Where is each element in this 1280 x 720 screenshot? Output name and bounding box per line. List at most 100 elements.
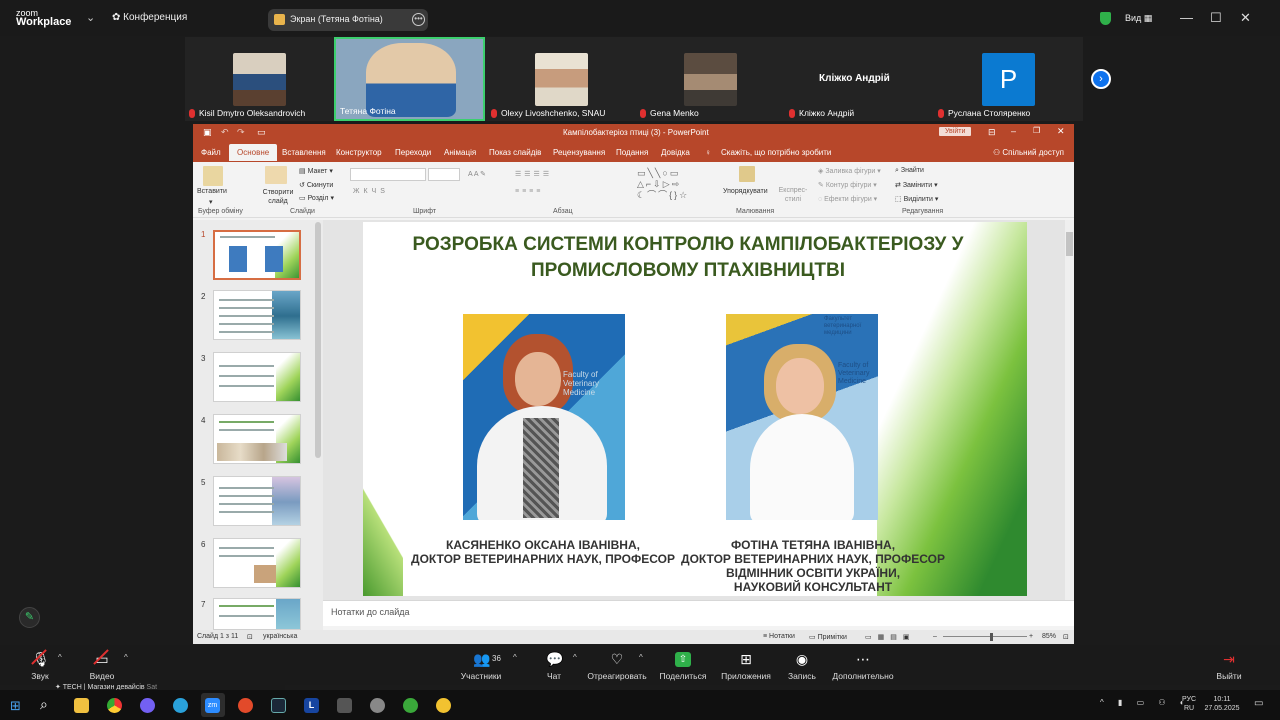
app-icon[interactable] (337, 698, 352, 713)
tab-home[interactable]: Основне (229, 144, 278, 161)
more-button[interactable]: ⋯ Дополнительно (828, 645, 898, 685)
tab-slideshow[interactable]: Показ слайдів (489, 148, 541, 157)
shield-icon[interactable] (1100, 12, 1111, 25)
slide-thumb[interactable] (213, 476, 301, 526)
section-button[interactable]: ▭ Розділ ▾ (299, 194, 334, 202)
share-button[interactable]: ⚇ Спільний доступ (993, 148, 1064, 157)
react-button[interactable]: ♡ Отреагировать (582, 645, 652, 685)
ribbon-options-icon[interactable]: ⊟ (988, 127, 996, 138)
app-icon[interactable] (370, 698, 385, 713)
participant-tile[interactable]: Gena Menko (636, 37, 785, 121)
app-icon[interactable] (436, 698, 451, 713)
telegram-icon[interactable] (173, 698, 188, 713)
slide-thumb[interactable] (213, 598, 301, 630)
shape-fill-button[interactable]: ◈ Заливка фігури ▾ (818, 167, 881, 175)
viber-icon[interactable] (140, 698, 155, 713)
tab-design[interactable]: Конструктор (336, 148, 382, 157)
list-icons[interactable]: ☰☰☰☰ (515, 170, 552, 178)
minimize-icon[interactable]: — (1180, 10, 1193, 25)
font-name-select[interactable] (350, 168, 426, 181)
tab-view[interactable]: Подання (616, 148, 648, 157)
language-indicator[interactable]: РУС RU (1180, 695, 1198, 713)
shape-outline-button[interactable]: ✎ Контур фігури ▾ (818, 181, 877, 189)
slide-thumb[interactable] (213, 352, 301, 402)
chevron-up-icon[interactable]: ^ (124, 653, 128, 662)
participant-tile[interactable]: Кліжко Андрій Кліжко Андрій (785, 37, 934, 121)
ppt-close-icon[interactable]: ✕ (1057, 126, 1065, 137)
align-icons[interactable]: ≡≡≡≡ (515, 188, 543, 195)
font-size-select[interactable] (428, 168, 460, 181)
reset-button[interactable]: ↺ Скинути (299, 181, 333, 189)
record-button[interactable]: ◉ Запись (767, 645, 837, 685)
annotate-pen-icon[interactable]: ✎ (19, 607, 40, 628)
participant-tile[interactable]: Olexy Livoshchenko, SNAU (487, 37, 636, 121)
next-page-icon[interactable]: › (1091, 69, 1111, 89)
arrange-button[interactable]: Упорядкувати (723, 188, 768, 195)
find-button[interactable]: ⌕ Знайти (895, 167, 924, 175)
thumb-scrollbar[interactable] (315, 222, 321, 458)
slide-thumb[interactable] (213, 414, 301, 464)
maximize-icon[interactable]: ☐ (1210, 10, 1222, 26)
quick-styles-button[interactable]: Експрес-стилі (776, 186, 810, 204)
participant-tile[interactable]: Р Руслана Столяренко (934, 37, 1083, 121)
zoom-slider[interactable] (943, 636, 1027, 637)
spellcheck-icon[interactable]: ⊡ (247, 633, 253, 641)
tab-help[interactable]: Довідка (661, 148, 690, 157)
new-slide-button[interactable]: Створити слайд (261, 188, 295, 206)
chevron-up-icon[interactable]: ^ (58, 653, 62, 662)
screen-share-pill[interactable]: Экран (Тетяна Фотіна) ••• (268, 9, 428, 31)
save-icon[interactable]: ▣ (203, 127, 212, 138)
replace-button[interactable]: ⇄ Замінити ▾ (895, 181, 938, 189)
select-button[interactable]: ⬚ Виділити ▾ (895, 195, 938, 203)
tab-animation[interactable]: Анімація (444, 148, 476, 157)
slide-thumb[interactable] (213, 290, 301, 340)
view-buttons[interactable]: ▭▦▤▣ (865, 633, 915, 641)
chevron-up-icon[interactable]: ^ (639, 653, 643, 662)
zoom-app-icon[interactable]: zm (205, 698, 220, 713)
arrange-icon[interactable] (739, 166, 755, 182)
shapes-gallery[interactable]: ▭╲╲○▭ △⌐⇩▷⇨ ☾⌒⌒{}☆ (637, 168, 689, 201)
ppt-restore-icon[interactable]: ❐ (1033, 126, 1040, 135)
tell-me-box[interactable]: Скажіть, що потрібно зробити (721, 148, 831, 157)
start-slideshow-icon[interactable]: ▭ (257, 127, 266, 138)
layout-button[interactable]: ▤ Макет ▾ (299, 167, 333, 175)
zoom-out-icon[interactable]: – (933, 633, 937, 640)
tray-icons[interactable]: ^ ▮ ▭ ⚇ ◐ (1100, 698, 1191, 707)
torrent-icon[interactable] (403, 698, 418, 713)
tab-review[interactable]: Рецензування (553, 148, 605, 157)
slide-thumb[interactable] (213, 538, 301, 588)
zoom-in-icon[interactable]: + (1029, 633, 1033, 640)
undo-icon[interactable]: ↶ (221, 127, 229, 138)
participant-tile[interactable]: Kisil Dmytro Oleksandrovich (185, 37, 334, 121)
shape-effects-button[interactable]: ◌ Ефекти фігури ▾ (818, 195, 877, 203)
notes-pane[interactable]: Нотатки до слайда (323, 600, 1074, 626)
close-icon[interactable]: ✕ (1240, 10, 1251, 26)
font-grow-icon[interactable]: A A ✎ (468, 170, 486, 178)
search-icon[interactable]: ⌕ (40, 696, 48, 713)
audio-button[interactable]: 🎙 Звук (5, 645, 75, 685)
tab-file[interactable]: Файл (201, 148, 221, 157)
conference-menu[interactable]: ✿ Конференция (112, 12, 187, 23)
video-button[interactable]: ▭ Видео (67, 645, 137, 685)
redo-icon[interactable]: ↷ (237, 127, 245, 138)
chevron-down-icon[interactable]: ⌄ (86, 11, 95, 24)
sign-in-button[interactable]: Увійти (939, 127, 972, 136)
chevron-up-icon[interactable]: ^ (573, 653, 577, 662)
participant-tile-active[interactable]: Тетяна Фотіна (334, 37, 485, 121)
clock[interactable]: 10:11 27.05.2025 (1202, 695, 1242, 713)
slide-canvas[interactable]: РОЗРОБКА СИСТЕМИ КОНТРОЛЮ КАМПІЛОБАКТЕРІ… (363, 222, 1027, 596)
chat-button[interactable]: 💬 Чат (519, 645, 589, 685)
tab-insert[interactable]: Вставлення (282, 148, 326, 157)
app-icon[interactable] (238, 698, 253, 713)
notes-toggle[interactable]: ≡ Нотатки (763, 633, 795, 640)
tab-transitions[interactable]: Переходи (395, 148, 431, 157)
slide-thumb[interactable] (213, 230, 301, 280)
notification-icon[interactable]: ▭ (1254, 698, 1263, 709)
chrome-icon[interactable] (107, 698, 122, 713)
comments-toggle[interactable]: ▭ Примітки (809, 633, 847, 641)
view-button[interactable]: Вид ▦ (1125, 13, 1152, 24)
more-icon[interactable]: ••• (412, 13, 425, 26)
windows-start-icon[interactable]: ⊞ (10, 698, 21, 714)
paste-icon[interactable] (203, 166, 223, 186)
chevron-up-icon[interactable]: ^ (513, 653, 517, 662)
